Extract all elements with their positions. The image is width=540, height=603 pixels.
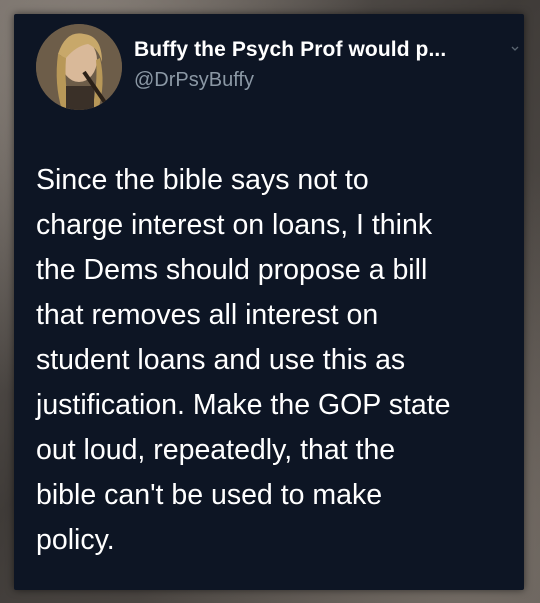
author-handle[interactable]: @DrPsyBuffy — [134, 69, 254, 92]
author-display-name[interactable]: Buffy the Psych Prof would p... — [134, 38, 446, 62]
tweet-text: Since the bible says not to charge inter… — [36, 158, 518, 563]
tweet-line: the Dems should propose a bill — [36, 254, 428, 286]
tweet-line: Since the bible says not to — [36, 164, 369, 196]
tweet-line: bible can't be used to make — [36, 479, 383, 511]
chevron-down-icon[interactable] — [510, 44, 520, 54]
tweet-line: policy. — [36, 524, 115, 556]
profile-photo-icon — [36, 24, 122, 110]
tweet-card: Buffy the Psych Prof would p... @DrPsyBu… — [14, 14, 524, 590]
tweet-line: charge interest on loans, I think — [36, 209, 433, 241]
tweet-line: out loud, repeatedly, that the — [36, 434, 396, 466]
tweet-line: student loans and use this as — [36, 344, 406, 376]
tweet-line: justification. Make the GOP state — [36, 389, 451, 421]
tweet-line: that removes all interest on — [36, 299, 379, 331]
avatar[interactable] — [36, 24, 122, 110]
